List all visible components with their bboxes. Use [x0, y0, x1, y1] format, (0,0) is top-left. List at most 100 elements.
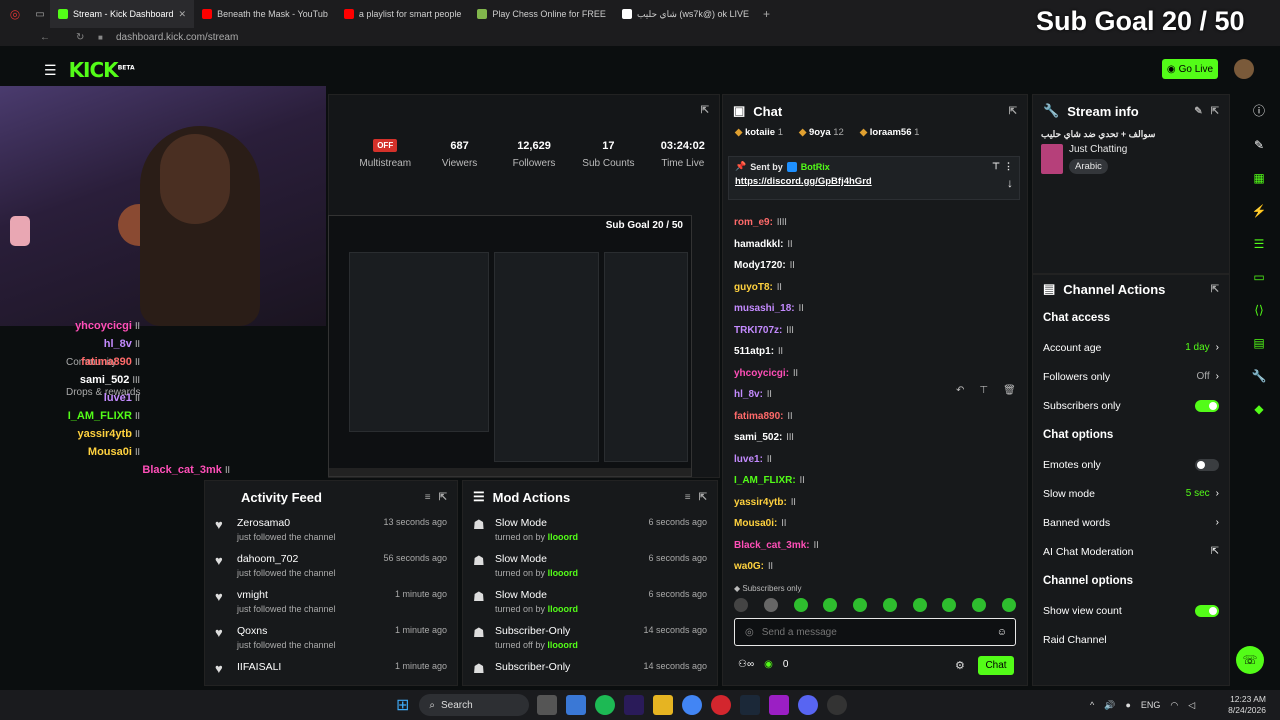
support-chat-icon[interactable]: ☏	[1236, 646, 1264, 674]
chat-message[interactable]: guyoT8: اا	[722, 277, 1022, 299]
popout-icon[interactable]: ⇱	[701, 105, 709, 116]
discord-link[interactable]: https://discord.gg/GpBfj4hGrd	[735, 176, 872, 190]
delete-icon[interactable]: 🗑	[1003, 385, 1016, 396]
bolt-icon[interactable]: ⚡	[1252, 204, 1267, 218]
stat-multistream[interactable]: OFF Multistream	[348, 128, 422, 180]
show-view-count-toggle[interactable]	[1195, 604, 1219, 617]
taskbar-search[interactable]: ⌕ Search	[419, 694, 530, 716]
server-icon[interactable]: ▤	[1253, 336, 1264, 350]
chat-message[interactable]: 511atp1: اا	[722, 341, 1022, 363]
tab-kick-dashboard[interactable]: Stream - Kick Dashboard ✕	[50, 0, 195, 28]
chrome-icon[interactable]	[682, 695, 703, 715]
kick-logo[interactable]: KICKBETA	[69, 58, 135, 82]
ai-moderation-row[interactable]: AI Chat Moderation ⇱	[1033, 537, 1229, 566]
list-icon[interactable]: ☰	[1254, 237, 1265, 251]
emote-icon[interactable]	[853, 598, 868, 612]
users-icon[interactable]: ⚇∞	[738, 659, 754, 670]
chat-message[interactable]: luve1: اا	[722, 449, 1022, 471]
edit-icon[interactable]: ✎	[1194, 106, 1202, 117]
browser-menu-icon[interactable]: ◎	[0, 7, 30, 21]
send-chat-button[interactable]: Chat	[978, 656, 1014, 675]
back-icon[interactable]: ←	[40, 32, 50, 43]
new-tab-icon[interactable]: +	[757, 7, 776, 21]
chat-message[interactable]: Mousa0i: اا	[722, 513, 1022, 535]
chat-message[interactable]: TRKI707z: ااا	[722, 320, 1022, 342]
popout-icon[interactable]: ⇱	[1211, 284, 1219, 295]
emote-icon[interactable]	[1001, 598, 1016, 612]
tray-chevron-icon[interactable]: ^	[1090, 700, 1094, 710]
subscribers-only-row[interactable]: Subscribers only	[1033, 391, 1229, 420]
chat-message[interactable]: sami_502: ااا	[722, 427, 1022, 449]
pin-message-icon[interactable]: ⊤	[979, 385, 988, 396]
expand-icon[interactable]: ↓	[1007, 176, 1013, 190]
pen-icon[interactable]: ✎	[1254, 138, 1264, 152]
chat-message-input[interactable]	[761, 626, 962, 638]
user-avatar[interactable]	[1234, 59, 1254, 79]
account-age-row[interactable]: Account age 1 day ›	[1033, 333, 1229, 362]
language-indicator[interactable]: ENG	[1141, 700, 1161, 710]
obs-icon[interactable]	[827, 695, 848, 715]
emote-icon[interactable]	[912, 598, 927, 612]
premiere-icon[interactable]	[624, 695, 645, 715]
chat-message[interactable]: musashi_18: اا	[722, 298, 1022, 320]
chat-message[interactable]: fatima890: اا	[722, 406, 1022, 428]
raid-channel-row[interactable]: Raid Channel	[1033, 625, 1229, 654]
popout-icon[interactable]: ⇱	[439, 492, 447, 503]
popout-icon[interactable]: ⇱	[699, 492, 707, 503]
emote-icon[interactable]	[942, 598, 957, 612]
pinned-message[interactable]: 📌 Sent by BotRix ⊤ ⋮ https://discord.gg/…	[728, 156, 1020, 200]
file-explorer-icon[interactable]	[537, 695, 558, 715]
reload-icon[interactable]: ↻	[76, 32, 84, 43]
banned-words-row[interactable]: Banned words ›	[1033, 508, 1229, 537]
emote-icon[interactable]	[763, 598, 778, 612]
emotes-only-toggle[interactable]	[1195, 458, 1219, 471]
window-icon[interactable]: ▭	[30, 9, 50, 20]
chat-message[interactable]: yassir4ytb: اا	[722, 492, 1022, 514]
tab-youtube-1[interactable]: Beneath the Mask - YouTub	[194, 0, 336, 28]
hamburger-menu-icon[interactable]: ☰	[44, 62, 57, 79]
wifi-icon[interactable]: ◠	[1170, 700, 1178, 711]
chat-message[interactable]: wa0G: اا	[722, 556, 1022, 578]
windows-start-icon[interactable]: ⊞	[396, 695, 409, 715]
popout-icon[interactable]: ⇱	[1009, 106, 1017, 117]
monitor-icon[interactable]: ▭	[1253, 270, 1264, 284]
speaker-icon[interactable]: 🔊	[1104, 700, 1115, 711]
tab-youtube-2[interactable]: a playlist for smart people	[336, 0, 470, 28]
subscribers-only-toggle[interactable]	[1195, 399, 1219, 412]
more-icon[interactable]: ⋮	[1004, 161, 1013, 172]
tab-tiktok[interactable]: شاي حليب (ws7k@) ok LIVE	[614, 0, 757, 28]
opera-icon[interactable]	[711, 695, 732, 715]
popout-icon[interactable]: ⇱	[1211, 106, 1219, 117]
emote-icon[interactable]	[823, 598, 838, 612]
code-icon[interactable]: ⟨⟩	[1254, 303, 1263, 317]
followers-only-row[interactable]: Followers only Off ›	[1033, 362, 1229, 391]
emoji-icon[interactable]: ☺	[997, 627, 1007, 638]
chat-message[interactable]: yhcoycicgi: اا	[722, 363, 1022, 385]
filter-icon[interactable]: ≡	[425, 492, 431, 503]
slow-mode-row[interactable]: Slow mode 5 sec ›	[1033, 479, 1229, 508]
steam-icon[interactable]	[740, 695, 761, 715]
spotify-icon[interactable]	[595, 695, 616, 715]
top-gifter[interactable]: ◆ kotaiie 1	[735, 127, 783, 145]
chat-input-box[interactable]: ◎ ☺	[734, 618, 1016, 646]
wrench-icon[interactable]: 🔧	[1252, 369, 1267, 383]
top-gifter[interactable]: ◆ 9oya 12	[799, 127, 844, 145]
clock[interactable]: 12:23 AM 8/24/2026	[1228, 690, 1266, 720]
chat-message[interactable]: Black_cat_3mk: اا	[722, 535, 1022, 557]
reply-icon[interactable]: ↶	[956, 385, 964, 396]
discord-icon[interactable]	[798, 695, 819, 715]
show-view-count-row[interactable]: Show view count	[1033, 596, 1229, 625]
go-live-button[interactable]: ◉ Go Live	[1162, 59, 1218, 79]
emote-icon[interactable]	[734, 598, 748, 612]
stream-video-preview[interactable]: Sub Goal 20 / 50	[328, 215, 692, 477]
emotes-only-row[interactable]: Emotes only	[1033, 450, 1229, 479]
layout-icon[interactable]: ▦	[1253, 171, 1264, 185]
shield-icon[interactable]: ◆	[1254, 402, 1263, 416]
volume-icon[interactable]: ◁	[1188, 700, 1195, 711]
emote-icon[interactable]	[882, 598, 897, 612]
app-icon[interactable]	[769, 695, 790, 715]
chat-message[interactable]: rom_e9: اااا	[722, 212, 1022, 234]
tab-chess[interactable]: Play Chess Online for FREE	[469, 0, 614, 28]
emote-icon[interactable]	[972, 598, 987, 612]
chat-settings-icon[interactable]: ⚙	[955, 659, 965, 672]
